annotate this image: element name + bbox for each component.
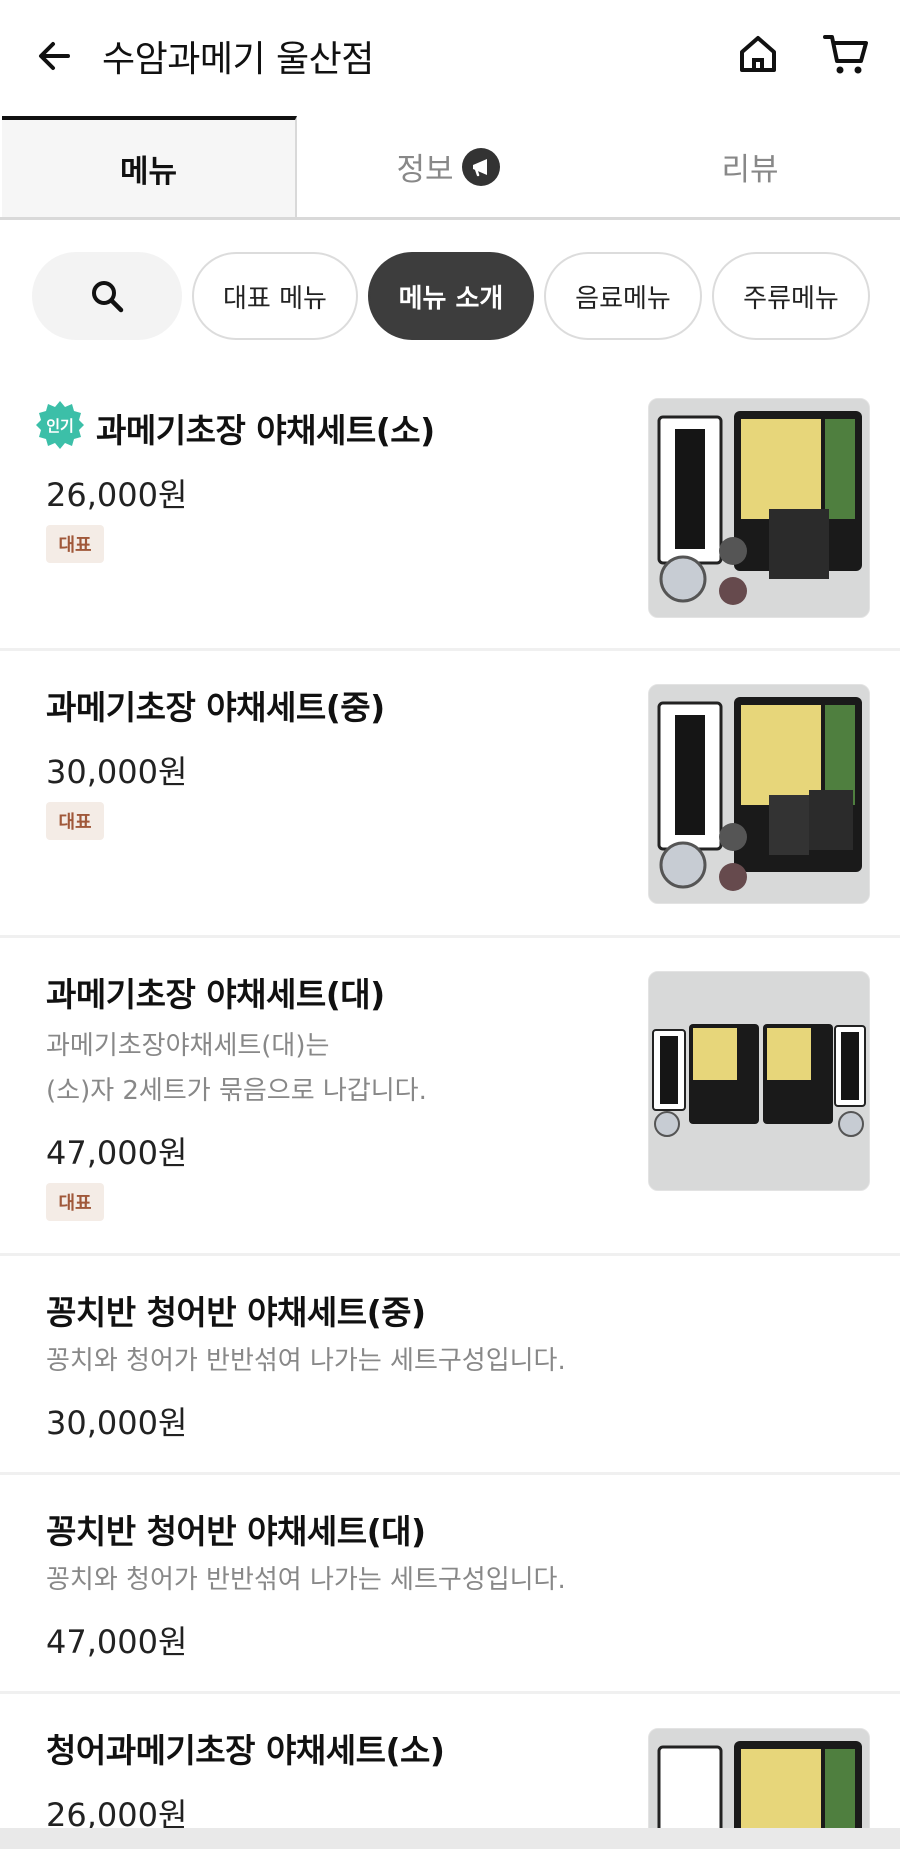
tab-info-label: 정보 [396, 152, 454, 188]
menu-item-image [648, 684, 870, 904]
menu-item-description: (소)자 2세트가 묶음으로 나갑니다. [46, 1076, 427, 1106]
menu-item-price: 47,000원 [46, 1623, 188, 1661]
menu-item-image [648, 971, 870, 1191]
menu-item-description: 꽁치와 청어가 반반섞여 나가는 세트구성입니다. [46, 1565, 566, 1595]
menu-item[interactable]: 과메기초장 야채세트(대) 과메기초장야채세트(대)는 (소)자 2세트가 묶음… [0, 938, 900, 1256]
menu-item[interactable]: 꽁치반 청어반 야채세트(대) 꽁치와 청어가 반반섞여 나가는 세트구성입니다… [0, 1475, 900, 1694]
menu-item-price: 30,000원 [46, 1404, 188, 1442]
menu-item[interactable]: 꽁치반 청어반 야채세트(중) 꽁치와 청어가 반반섞여 나가는 세트구성입니다… [0, 1256, 900, 1475]
representative-badge: 대표 [46, 525, 104, 563]
menu-item-image [648, 398, 870, 618]
menu-search-button[interactable] [32, 252, 182, 340]
menu-item-description: 꽁치와 청어가 반반섞여 나가는 세트구성입니다. [46, 1346, 566, 1376]
arrow-left-icon [39, 42, 70, 70]
tab-info[interactable]: 정보 [298, 116, 598, 217]
tab-menu[interactable]: 메뉴 [2, 116, 297, 217]
chip-representative-menu[interactable]: 대표 메뉴 [192, 252, 358, 340]
chip-label: 주류메뉴 [743, 283, 839, 314]
menu-item-price: 26,000원 [46, 476, 188, 514]
popular-badge: 인기 [34, 399, 86, 451]
menu-item-name: 청어과메기초장 야채세트(소) [46, 1731, 445, 1770]
tab-menu-label: 메뉴 [119, 154, 178, 190]
menu-item[interactable]: 청어과메기초장 야채세트(소) 26,000원 [0, 1694, 900, 1828]
back-button[interactable] [28, 30, 80, 82]
representative-badge: 대표 [46, 1183, 104, 1221]
representative-badge: 대표 [46, 802, 104, 840]
menu-item-price: 26,000원 [46, 1796, 188, 1828]
menu-item-image [648, 1728, 870, 1828]
menu-item-name: 꽁치반 청어반 야채세트(중) [46, 1293, 426, 1332]
chip-label: 대표 메뉴 [223, 283, 327, 314]
store-tabs: 메뉴 정보 리뷰 [0, 116, 900, 220]
tab-review[interactable]: 리뷰 [600, 116, 900, 217]
menu-item[interactable]: 과메기초장 야채세트(중) 30,000원 대표 [0, 651, 900, 938]
bottom-bar [0, 1828, 900, 1849]
chip-label: 메뉴 소개 [398, 283, 504, 314]
chip-drinks-menu[interactable]: 음료메뉴 [544, 252, 702, 340]
home-icon [740, 36, 776, 72]
menu-item-price: 47,000원 [46, 1134, 188, 1172]
menu-item-name: 과메기초장 야채세트(소) [96, 411, 435, 450]
category-chips: 대표 메뉴 메뉴 소개 음료메뉴 주류메뉴 [0, 252, 900, 342]
cart-icon [823, 35, 868, 74]
menu-item-description: 과메기초장야채세트(대)는 [46, 1031, 330, 1061]
menu-item-name: 과메기초장 야채세트(대) [46, 975, 385, 1014]
search-icon [92, 281, 124, 313]
menu-item[interactable]: 인기 과메기초장 야채세트(소) 26,000원 대표 [0, 374, 900, 651]
chip-alcohol-menu[interactable]: 주류메뉴 [712, 252, 870, 340]
cart-button[interactable] [816, 26, 876, 82]
home-button[interactable] [730, 26, 786, 82]
menu-item-price: 30,000원 [46, 753, 188, 791]
popular-badge-label: 인기 [46, 416, 74, 435]
tab-review-label: 리뷰 [721, 152, 779, 188]
chip-label: 음료메뉴 [575, 283, 671, 314]
chip-menu-intro[interactable]: 메뉴 소개 [368, 252, 534, 340]
page-title: 수암과메기 울산점 [102, 39, 374, 80]
app-header: 수암과메기 울산점 [0, 0, 900, 110]
menu-item-name: 과메기초장 야채세트(중) [46, 688, 385, 727]
megaphone-icon [461, 147, 500, 186]
menu-item-name: 꽁치반 청어반 야채세트(대) [46, 1512, 426, 1551]
